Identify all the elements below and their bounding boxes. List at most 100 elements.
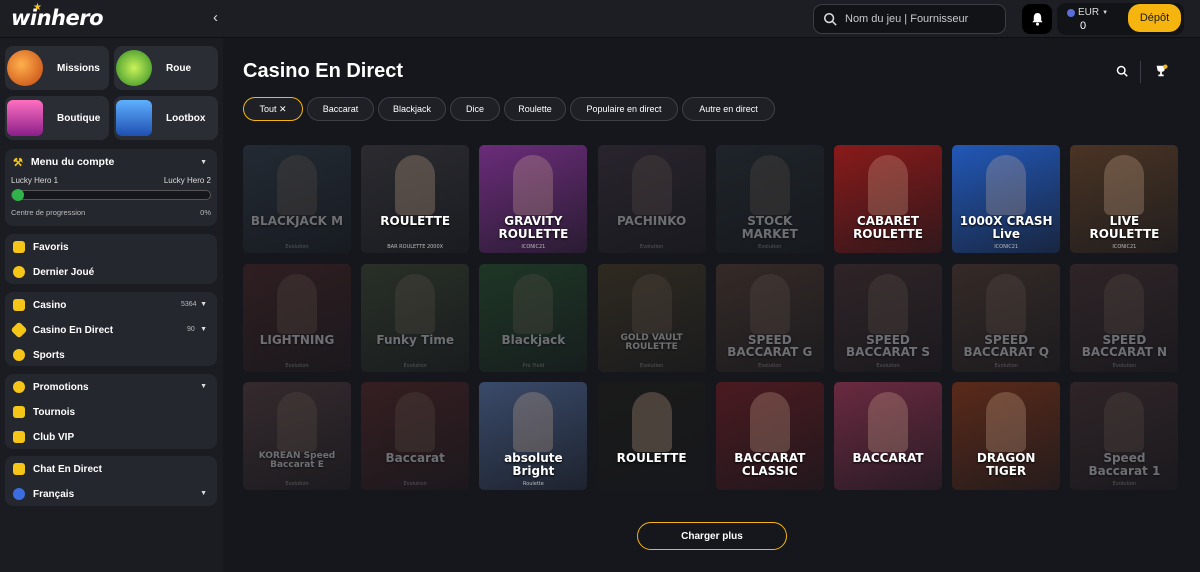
sidebar-item-promotions[interactable]: Promotions (13, 381, 89, 393)
dealer-figure (395, 392, 436, 452)
game-card[interactable]: LIVE ROULETTE ICONIC21 (1070, 145, 1179, 253)
game-card[interactable]: Speed Baccarat 1 Evolution (1070, 382, 1179, 490)
game-provider: ICONIC21 (521, 244, 546, 250)
shop-tile[interactable]: Boutique (5, 96, 109, 140)
game-card[interactable]: BACCARAT (834, 382, 942, 490)
dealer-figure (277, 155, 317, 215)
search-icon[interactable] (1116, 65, 1128, 77)
load-more-button[interactable]: Charger plus (637, 522, 787, 550)
sidebar-item-live-chat[interactable]: Chat En Direct (13, 463, 102, 475)
tournament-icon[interactable] (1154, 64, 1168, 78)
filter-chip-baccarat[interactable]: Baccarat (307, 97, 374, 121)
chevron-down-icon[interactable]: ▼ (200, 490, 207, 497)
game-card[interactable]: SPEED BACCARAT G Evolution (715, 263, 824, 372)
wheel-tile[interactable]: Roue (114, 46, 218, 90)
game-card[interactable]: Blackjack Pro Yield (479, 263, 588, 372)
filter-chip-all[interactable]: Tout ✕ (243, 97, 303, 121)
level-to: Lucky Hero 2 (163, 176, 211, 185)
game-provider: ICONIC21 (1112, 244, 1137, 250)
currency-selector[interactable]: EUR ▼ (1067, 7, 1108, 18)
chevron-down-icon: ▼ (1102, 9, 1109, 16)
notifications-button[interactable] (1022, 4, 1052, 34)
dealer-figure (277, 392, 317, 452)
filter-chip-other-live[interactable]: Autre en direct (682, 97, 775, 121)
filter-chip-blackjack[interactable]: Blackjack (378, 97, 446, 121)
sports-label: Sports (33, 349, 65, 361)
dealer-figure (631, 392, 672, 452)
dealer-figure (868, 273, 908, 334)
game-card[interactable]: ROULETTE BAR ROULETTE 2000X (361, 145, 470, 253)
game-title: LIVE ROULETTE (1089, 214, 1160, 241)
game-card[interactable]: Funky Time Evolution (361, 263, 470, 372)
progress-value: 0% (200, 208, 211, 217)
account-menu-toggle[interactable]: ⚒ Menu du compte (13, 156, 114, 169)
chevron-down-icon[interactable]: ▼ (200, 383, 207, 390)
game-card[interactable]: Baccarat Evolution (361, 382, 470, 490)
game-card[interactable]: LIGHTNING Evolution (243, 263, 351, 372)
game-title: GOLD VAULT ROULETTE (620, 332, 683, 352)
game-card[interactable]: ROULETTE (597, 382, 706, 490)
game-card[interactable]: BLACKJACK M Evolution (243, 145, 351, 253)
missions-icon (7, 50, 43, 86)
sidebar-item-favorites[interactable]: Favoris (13, 241, 69, 253)
game-title: PACHINKO (616, 214, 687, 228)
dealer-figure (749, 392, 790, 452)
game-card[interactable]: KOREAN Speed Baccarat E Evolution (243, 382, 351, 490)
chevron-down-icon[interactable]: ▼ (200, 159, 207, 166)
filter-chip-dice[interactable]: Dice (450, 97, 500, 121)
chevron-down-icon[interactable]: ▼ (200, 326, 207, 333)
game-card[interactable]: SPEED BACCARAT N Evolution (1070, 263, 1179, 372)
game-provider: Evolution (285, 481, 309, 487)
game-provider: Evolution (639, 244, 664, 250)
collapse-sidebar-button[interactable]: ‹ (213, 9, 218, 26)
deposit-button[interactable]: Dépôt (1128, 4, 1181, 32)
dice-icon (13, 299, 25, 311)
progress-knob (12, 189, 24, 201)
winhero-logo[interactable]: winhero ★ (11, 2, 104, 30)
game-provider: Evolution (403, 362, 427, 369)
game-card[interactable]: absolute Bright Roulette (479, 382, 588, 490)
game-title: absolute Bright (504, 451, 563, 478)
progress-label: Centre de progression (11, 208, 86, 217)
game-card[interactable]: STOCK MARKET Evolution (715, 145, 824, 253)
chevron-down-icon[interactable]: ▼ (200, 301, 207, 308)
game-provider: BAR ROULETTE 2000X (387, 244, 444, 250)
promotions-panel: Promotions ▼ Tournois Club VIP (5, 374, 217, 449)
search-placeholder: Nom du jeu | Fournisseur (845, 13, 969, 25)
game-card[interactable]: BACCARAT CLASSIC (715, 382, 824, 490)
missions-tile[interactable]: Missions (5, 46, 109, 90)
sidebar-item-last-played[interactable]: Dernier Joué (13, 266, 94, 278)
casino-label: Casino (33, 299, 67, 311)
dealer-figure (631, 273, 672, 334)
sidebar-item-live-casino[interactable]: Casino En Direct (10, 321, 113, 339)
game-card[interactable]: 1000X CRASH Live ICONIC21 (952, 145, 1061, 253)
sidebar-item-vip[interactable]: Club VIP (13, 431, 74, 443)
game-provider: Evolution (1112, 481, 1137, 487)
game-card[interactable]: GRAVITY ROULETTE ICONIC21 (479, 145, 588, 253)
lootbox-tile[interactable]: Lootbox (114, 96, 218, 140)
game-card[interactable]: PACHINKO Evolution (597, 145, 706, 253)
game-card[interactable]: GOLD VAULT ROULETTE Evolution (597, 263, 706, 372)
divider (1140, 61, 1141, 83)
game-card[interactable]: SPEED BACCARAT Q Evolution (952, 263, 1061, 372)
search-icon (823, 12, 837, 26)
last-played-label: Dernier Joué (33, 266, 95, 278)
language-selector[interactable]: Français (13, 488, 74, 500)
sidebar-item-casino[interactable]: Casino (13, 299, 66, 311)
filter-chip-roulette[interactable]: Roulette (504, 97, 566, 121)
game-card[interactable]: SPEED BACCARAT S Evolution (834, 263, 942, 372)
game-card[interactable]: CABARET ROULETTE (834, 145, 942, 253)
game-card[interactable]: DRAGON TIGER (952, 382, 1061, 490)
support-panel: Chat En Direct Français ▼ (5, 456, 217, 506)
sidebar-item-tournaments[interactable]: Tournois (13, 406, 75, 418)
dealer-figure (395, 155, 436, 215)
filter-chip-popular-live[interactable]: Populaire en direct (570, 97, 678, 121)
search-input[interactable]: Nom du jeu | Fournisseur (813, 4, 1006, 34)
game-provider: Roulette (522, 481, 544, 487)
sidebar-item-sports[interactable]: Sports (13, 349, 65, 361)
tournaments-label: Tournois (33, 406, 76, 418)
game-provider: ICONIC21 (994, 244, 1019, 250)
ball-icon (13, 349, 25, 361)
game-provider: Pro Yield (522, 362, 545, 369)
trophy-icon (13, 406, 25, 418)
